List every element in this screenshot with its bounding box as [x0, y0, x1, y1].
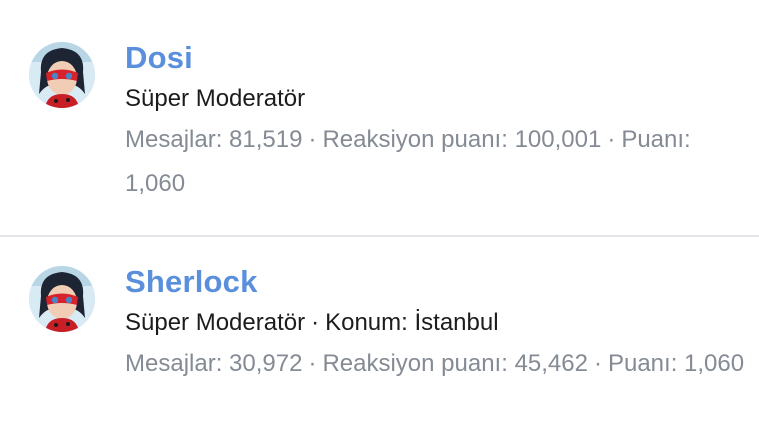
- reactions-count: 100,001: [514, 126, 602, 153]
- messages-label: Mesajlar:: [125, 350, 223, 377]
- messages-count: 81,519: [229, 126, 303, 153]
- username-link[interactable]: Sherlock: [125, 264, 258, 300]
- member-row: Sherlock Süper Moderatör · Konum: İstanbul…: [0, 224, 759, 448]
- ladybug-avatar-icon: [29, 266, 95, 332]
- reactions-count: 45,462: [514, 350, 588, 377]
- member-row: Dosi Süper Moderatör Mesajlar: 81,519 · Re…: [0, 0, 759, 224]
- user-stats: Mesajlar: 81,519 · Reaksiyon puanı: 100,00…: [125, 118, 745, 206]
- points-label: Puanı:: [621, 126, 691, 153]
- separator: ·: [308, 126, 317, 153]
- avatar[interactable]: [29, 42, 95, 108]
- separator: ·: [593, 350, 602, 377]
- avatar[interactable]: [29, 266, 95, 332]
- role-label: Süper Moderatör: [125, 309, 306, 336]
- separator: ·: [308, 350, 317, 377]
- points-count: 1,060: [125, 170, 186, 197]
- role-label: Süper Moderatör: [125, 85, 306, 112]
- reactions-label: Reaksiyon puanı:: [322, 350, 508, 377]
- user-stats: Mesajlar: 30,972 · Reaksiyon puanı: 45,462…: [125, 342, 745, 386]
- points-label: Puanı:: [607, 350, 678, 377]
- separator: ·: [607, 126, 616, 153]
- user-title: Süper Moderatör · Konum: İstanbul: [125, 309, 499, 337]
- username-link[interactable]: Dosi: [125, 40, 193, 76]
- user-title: Süper Moderatör: [125, 85, 305, 113]
- messages-count: 30,972: [229, 350, 303, 377]
- ladybug-avatar-icon: [29, 42, 95, 108]
- separator: ·: [311, 309, 320, 336]
- reactions-label: Reaksiyon puanı:: [322, 126, 508, 153]
- location-value[interactable]: İstanbul: [414, 309, 498, 336]
- messages-label: Mesajlar:: [125, 126, 223, 153]
- member-list: Dosi Süper Moderatör Mesajlar: 81,519 · Re…: [0, 0, 759, 433]
- location-label: Konum:: [325, 309, 408, 336]
- points-count: 1,060: [684, 350, 745, 377]
